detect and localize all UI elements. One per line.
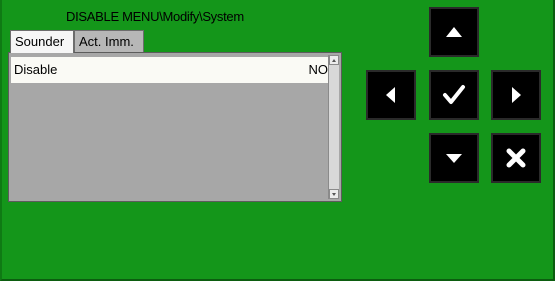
cancel-button[interactable] <box>491 133 541 183</box>
tab-act-imm[interactable]: Act. Imm. <box>74 30 144 52</box>
scroll-down-arrow[interactable] <box>329 189 339 199</box>
list-item-value: NO <box>308 62 329 77</box>
list-item-disable[interactable]: Disable NO <box>11 57 331 83</box>
arrow-down-icon <box>446 154 462 163</box>
confirm-button[interactable] <box>429 70 479 120</box>
menu-path-title: DISABLE MENU\Modify\System <box>66 9 244 24</box>
tab-sounder[interactable]: Sounder <box>10 30 74 53</box>
up-button[interactable] <box>429 7 479 57</box>
down-button[interactable] <box>429 133 479 183</box>
arrow-left-icon <box>386 87 395 103</box>
arrow-up-icon <box>446 27 462 37</box>
right-button[interactable] <box>491 70 541 120</box>
settings-list-panel: Disable NO <box>8 52 342 202</box>
arrow-right-icon <box>512 87 521 103</box>
scroll-up-arrow[interactable] <box>329 55 339 65</box>
screen: DISABLE MENU\Modify\System Sounder Act. … <box>0 0 555 281</box>
vertical-scrollbar[interactable] <box>328 55 339 199</box>
check-icon <box>443 85 465 104</box>
cancel-icon <box>506 148 526 168</box>
left-button[interactable] <box>366 70 416 120</box>
list-item-label: Disable <box>14 62 58 77</box>
